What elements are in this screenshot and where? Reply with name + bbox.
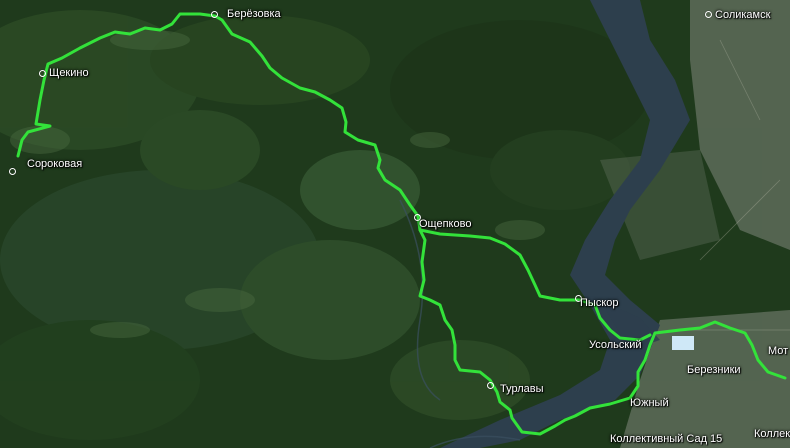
label-oshchepkovo[interactable]: Ощепково bbox=[419, 218, 471, 231]
label-pyskor[interactable]: Пыскор bbox=[580, 297, 618, 310]
label-mot[interactable]: Мот bbox=[768, 345, 788, 358]
label-turlavy[interactable]: Турлавы bbox=[500, 383, 544, 396]
marker-berezovka[interactable] bbox=[211, 11, 218, 18]
marker-shchekino[interactable] bbox=[39, 70, 46, 77]
marker-solikamsk[interactable] bbox=[705, 11, 712, 18]
satellite-map[interactable]: Берёзовка Соликамск Щекино Сороковая Още… bbox=[0, 0, 790, 448]
label-berezovka[interactable]: Берёзовка bbox=[227, 8, 281, 21]
marker-sorokovaya[interactable] bbox=[9, 168, 16, 175]
label-kollektivny-sad-15[interactable]: Коллективный Сад 15 bbox=[610, 433, 722, 446]
lake bbox=[672, 336, 694, 350]
label-solikamsk[interactable]: Соликамск bbox=[715, 9, 770, 22]
label-shchekino[interactable]: Щекино bbox=[49, 67, 89, 80]
label-kollektiv[interactable]: Коллектив bbox=[754, 428, 790, 441]
marker-turlavy[interactable] bbox=[487, 382, 494, 389]
label-berezniki[interactable]: Березники bbox=[687, 364, 741, 377]
label-sorokovaya[interactable]: Сороковая bbox=[27, 158, 82, 171]
label-yuzhny[interactable]: Южный bbox=[630, 397, 669, 410]
map-terrain bbox=[0, 0, 790, 448]
label-usolsky[interactable]: Усольский bbox=[589, 339, 642, 352]
